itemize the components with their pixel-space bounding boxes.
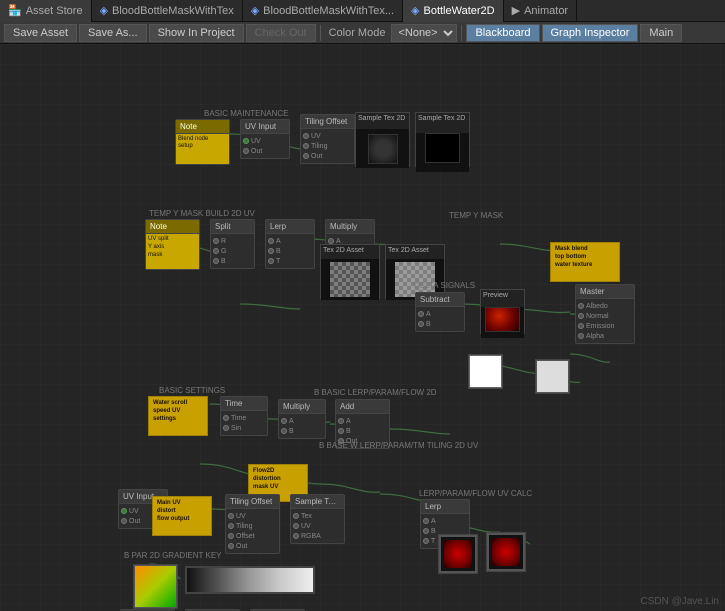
node-1[interactable]: Note Blend nodesetup [175, 119, 230, 165]
tex-preview-white[interactable] [468, 354, 503, 389]
node-15[interactable]: Sample Tex 2D Tex UV RGBA [290, 494, 345, 544]
node-9[interactable]: Master Albedo Normal Emission Alpha [575, 284, 635, 344]
tab-blood-bottle-1[interactable]: ◈ BloodBottleMaskWithTex [92, 0, 243, 22]
save-as-button[interactable]: Save As... [79, 24, 147, 42]
tex-preview-2[interactable]: Sample Tex 2D [415, 112, 470, 167]
tab-bottle-water[interactable]: ◈ BottleWater2D [403, 0, 504, 22]
group-label-bottom3: B BASE W LERP/PARAM/TM TILING 2D UV [315, 439, 482, 452]
shader-icon-2: ◈ [251, 4, 259, 17]
tex-preview-red2[interactable] [438, 534, 478, 574]
group-label-bottom5: B PAR 2D GRADIENT KEY [120, 549, 226, 562]
shader-icon-3: ◈ [411, 4, 419, 17]
tex-preview-gradient[interactable] [133, 564, 178, 609]
group-label-bottom2: B BASIC LERP/PARAM/FLOW 2D [310, 386, 441, 399]
node-3[interactable]: Tiling Offset UV Tiling Out [300, 114, 355, 164]
main-button[interactable]: Main [640, 24, 682, 42]
sticky-1[interactable]: Mask blendtop bottomwater texture [550, 242, 620, 282]
show-in-project-button[interactable]: Show In Project [149, 24, 244, 42]
canvas-area[interactable]: BASIC MAINTENANCE Note Blend nodesetup U… [0, 44, 725, 611]
store-icon: 🏪 [8, 4, 22, 17]
sticky-2[interactable]: Water scrollspeed UVsettings [148, 396, 208, 436]
node-5[interactable]: Split R G B [210, 219, 255, 269]
watermark: CSDN @Jave.Lin [640, 596, 719, 607]
separator-1 [320, 25, 321, 41]
node-4[interactable]: Note UV splitY axismask [145, 219, 200, 270]
tex-preview-red[interactable]: Preview [480, 289, 525, 334]
toolbar: Save Asset Save As... Show In Project Ch… [0, 22, 725, 44]
group-label-right: TEMP Y MASK [445, 209, 507, 222]
save-asset-button[interactable]: Save Asset [4, 24, 77, 42]
node-14[interactable]: Tiling Offset UV Tiling Offset Out [225, 494, 280, 554]
color-mode-select[interactable]: <None> [391, 24, 457, 42]
tab-bar: 🏪 Asset Store ◈ BloodBottleMaskWithTex ◈… [0, 0, 725, 22]
node-8[interactable]: Subtract A B [415, 292, 465, 332]
tex-preview-1[interactable]: Sample Tex 2D [355, 112, 410, 167]
tex-preview-grad2[interactable] [185, 566, 315, 594]
tab-animator[interactable]: ▶ Animator [504, 0, 578, 22]
node-6[interactable]: Lerp A B T [265, 219, 315, 269]
node-11[interactable]: Multiply A B [278, 399, 326, 439]
separator-2 [461, 25, 462, 41]
check-out-button[interactable]: Check Out [246, 24, 316, 42]
shader-icon-1: ◈ [100, 4, 108, 17]
tab-blood-bottle-2[interactable]: ◈ BloodBottleMaskWithTex... [243, 0, 403, 22]
node-2[interactable]: UV Input UV Out [240, 119, 290, 159]
tex-preview-white2[interactable] [535, 359, 570, 394]
graph-inspector-button[interactable]: Graph Inspector [542, 24, 639, 42]
tex-preview-3[interactable]: Tex 2D Asset [320, 244, 380, 299]
animator-icon: ▶ [512, 4, 520, 17]
tab-asset-store[interactable]: 🏪 Asset Store [0, 0, 92, 22]
group-label-delta: DELTA SIGNALS [410, 279, 479, 292]
node-10[interactable]: Time Time Sin [220, 396, 268, 436]
node-graph: BASIC MAINTENANCE Note Blend nodesetup U… [0, 44, 725, 611]
sticky-4[interactable]: Main UVdistortflow output [152, 496, 212, 536]
color-mode-label: Color Mode [325, 27, 390, 39]
blackboard-button[interactable]: Blackboard [466, 24, 539, 42]
tex-preview-red3[interactable] [486, 532, 526, 572]
